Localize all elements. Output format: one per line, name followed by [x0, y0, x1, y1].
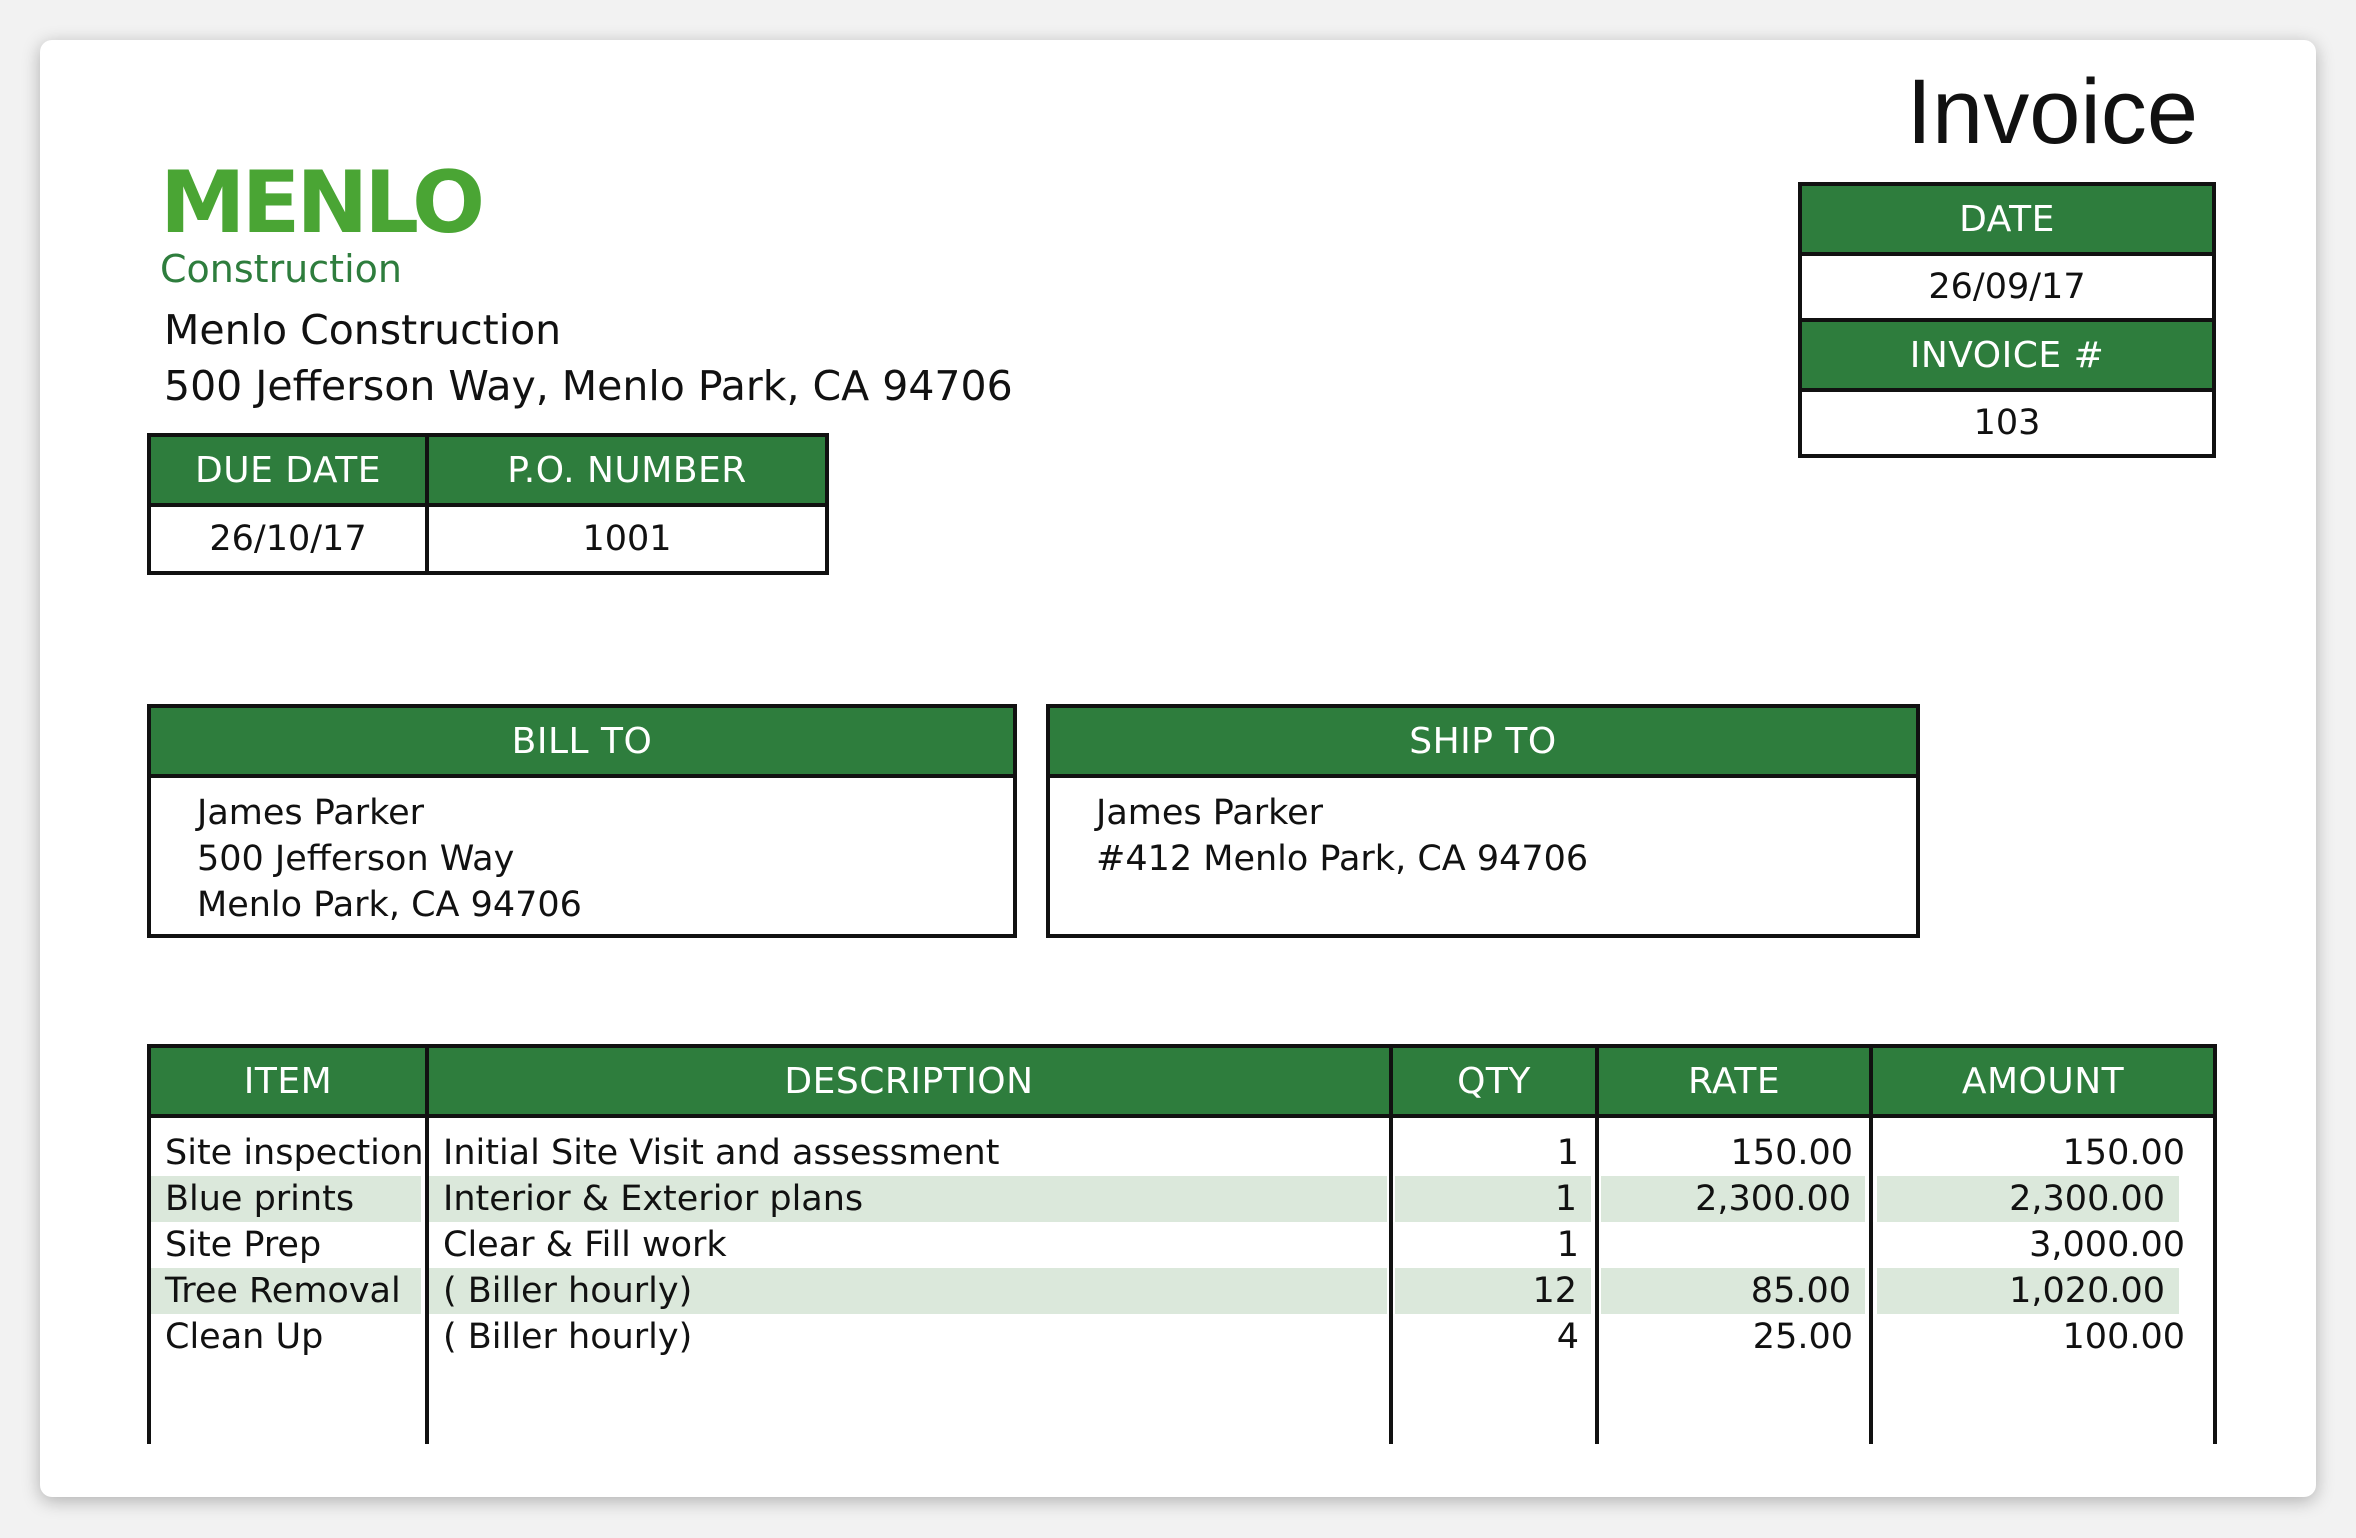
bill-to-line: 500 Jefferson Way [197, 839, 515, 879]
bill-to-address: James Parker 500 Jefferson Way Menlo Par… [197, 790, 582, 928]
bill-to-line: Menlo Park, CA 94706 [197, 885, 582, 925]
amount-cell: 100.00 [2062, 1317, 2185, 1357]
qty-cell: 1 [1395, 1176, 1591, 1222]
company-info: Menlo Construction 500 Jefferson Way, Me… [164, 302, 1013, 414]
description-cell: Interior & Exterior plans [429, 1176, 1387, 1222]
po-number-label: P.O. NUMBER [429, 437, 825, 507]
po-number-value: 1001 [582, 519, 672, 559]
table-row: Site Prep Clear & Fill work 1 3,000.00 [151, 1222, 2213, 1268]
company-name: Menlo Construction [164, 306, 562, 354]
logo-wordmark: MENLO [160, 153, 485, 253]
qty-cell: 4 [1556, 1317, 1579, 1357]
description-cell: Clear & Fill work [443, 1225, 727, 1265]
due-date-value: 26/10/17 [151, 507, 429, 571]
column-header-rate: RATE [1687, 1060, 1781, 1102]
qty-cell: 1 [1556, 1225, 1579, 1265]
ship-to-line: #412 Menlo Park, CA 94706 [1096, 839, 1589, 879]
rate-cell: 25.00 [1752, 1317, 1853, 1357]
company-logo: MENLO Construction [160, 153, 485, 291]
item-cell: Site inspection [165, 1133, 424, 1173]
amount-cell: 1,020.00 [1877, 1268, 2179, 1314]
amount-cell: 2,300.00 [1877, 1176, 2179, 1222]
table-row: Tree Removal ( Biller hourly) 12 85.00 1… [151, 1268, 2213, 1314]
rate-cell: 150.00 [1730, 1133, 1853, 1173]
qty-cell: 1 [1556, 1133, 1579, 1173]
items-table: ITEM DESCRIPTION QTY RATE AMOUNT Site in… [147, 1044, 2217, 1444]
date-label: DATE [1802, 186, 2212, 256]
item-cell: Tree Removal [151, 1268, 421, 1314]
item-cell: Clean Up [165, 1317, 324, 1357]
items-header-row: ITEM DESCRIPTION QTY RATE AMOUNT [151, 1048, 2213, 1118]
column-header-description: DESCRIPTION [784, 1060, 1034, 1102]
ship-to-line: James Parker [1096, 793, 1324, 833]
table-row: Blue prints Interior & Exterior plans 1 … [151, 1176, 2213, 1222]
amount-cell: 3,000.00 [2029, 1225, 2185, 1265]
column-header-item: ITEM [243, 1060, 333, 1102]
amount-cell: 150.00 [2062, 1133, 2185, 1173]
column-header-amount: AMOUNT [1961, 1060, 2125, 1102]
company-address: 500 Jefferson Way, Menlo Park, CA 94706 [164, 362, 1013, 410]
due-date-label: DUE DATE [151, 437, 429, 507]
qty-cell: 12 [1395, 1268, 1591, 1314]
invoice-number-label: INVOICE # [1802, 318, 2212, 392]
item-cell: Blue prints [151, 1176, 421, 1222]
rate-cell: 85.00 [1601, 1268, 1865, 1314]
page-title: Invoice [1906, 61, 2199, 163]
table-row: Clean Up ( Biller hourly) 4 25.00 100.00 [151, 1314, 2213, 1360]
date-invoice-box: DATE 26/09/17 INVOICE # 103 [1798, 182, 2216, 458]
invoice-number-value: 103 [1973, 403, 2041, 443]
column-header-qty: QTY [1457, 1060, 1531, 1102]
description-cell: Initial Site Visit and assessment [443, 1133, 1000, 1173]
description-cell: ( Biller hourly) [443, 1317, 693, 1357]
description-cell: ( Biller hourly) [429, 1268, 1387, 1314]
bill-to-label: BILL TO [151, 708, 1013, 778]
rate-cell: 2,300.00 [1601, 1176, 1865, 1222]
table-row: Site inspection Initial Site Visit and a… [151, 1130, 2213, 1176]
rate-cell [1599, 1222, 1867, 1268]
invoice-sheet: MENLO Construction Menlo Construction 50… [40, 40, 2316, 1497]
bill-to-line: James Parker [197, 793, 425, 833]
logo-subtitle: Construction [160, 247, 402, 291]
due-po-box: DUE DATE P.O. NUMBER 26/10/17 1001 [147, 433, 829, 575]
ship-to-address: James Parker #412 Menlo Park, CA 94706 [1096, 790, 1588, 882]
ship-to-box: SHIP TO James Parker #412 Menlo Park, CA… [1046, 704, 1920, 938]
item-cell: Site Prep [165, 1225, 322, 1265]
date-value: 26/09/17 [1928, 267, 2086, 307]
ship-to-label: SHIP TO [1050, 708, 1916, 778]
bill-to-box: BILL TO James Parker 500 Jefferson Way M… [147, 704, 1017, 938]
